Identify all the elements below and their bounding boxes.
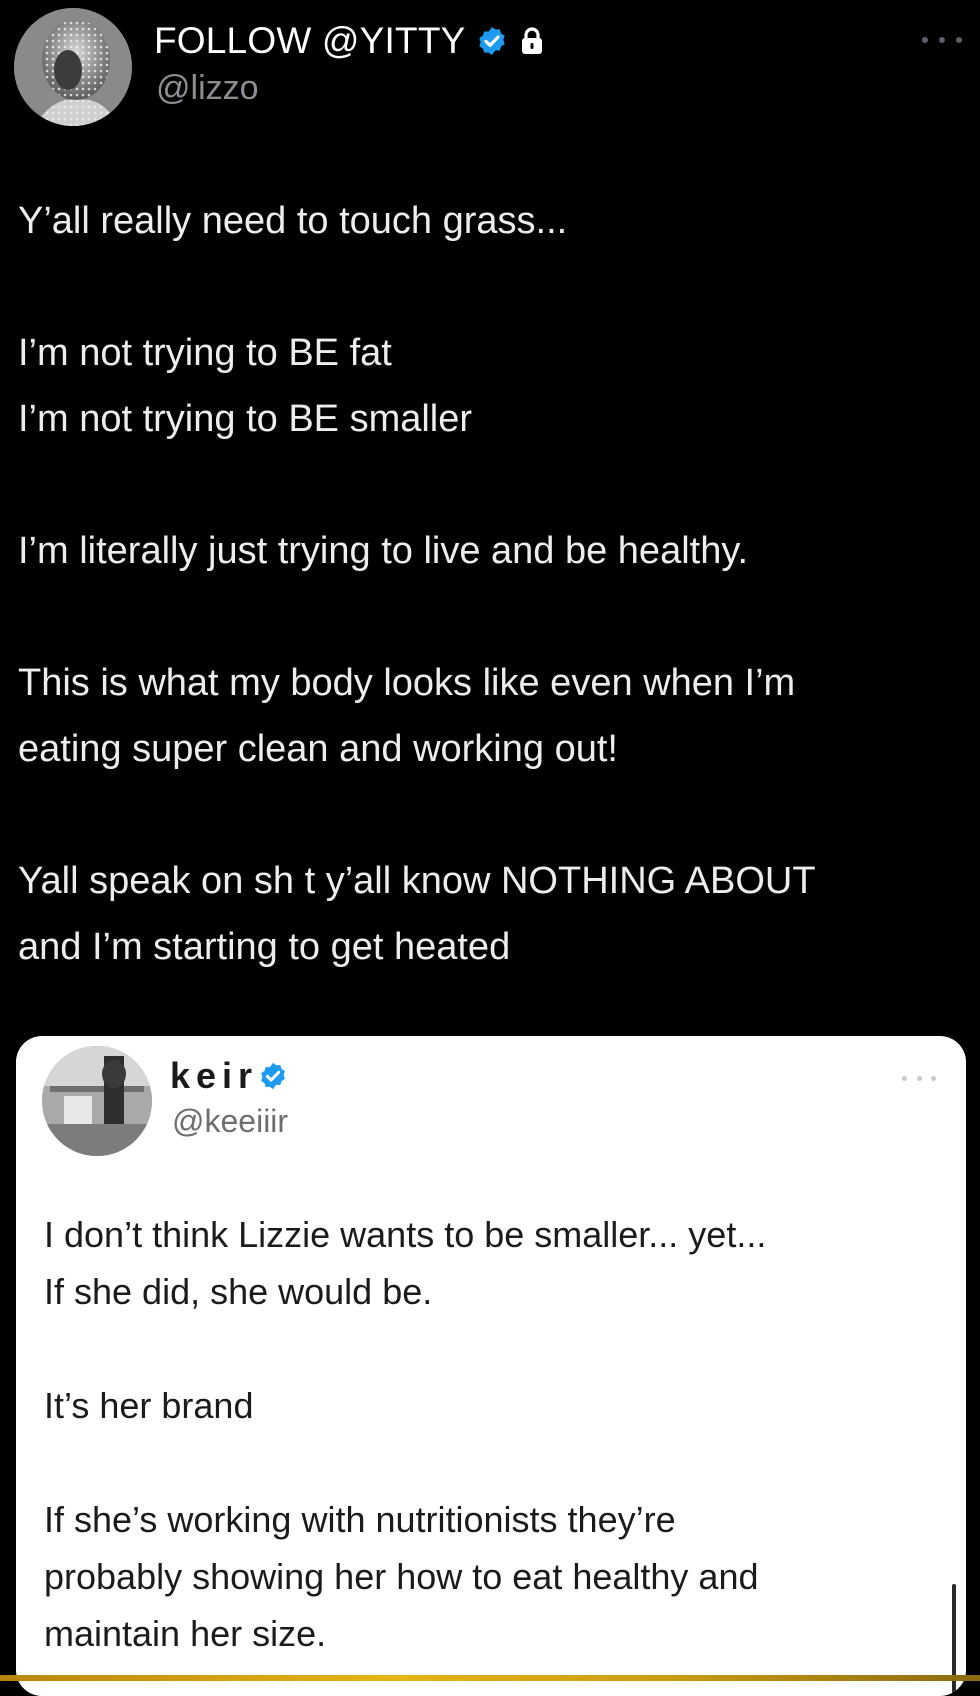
tweet-line: I’m not trying to BE smaller	[18, 398, 473, 440]
tweet: FOLLOW @YITTY @lizzo Y’all really need t…	[0, 0, 980, 1696]
tweet-line: This is what my body looks like even whe…	[18, 662, 796, 704]
quoted-tweet-line: It’s her brand	[44, 1385, 254, 1426]
quoted-tweet-line: If she did, she would be.	[44, 1271, 433, 1312]
tweet-line: and I’m starting to get heated	[18, 926, 511, 968]
author-handle[interactable]: @lizzo	[156, 66, 259, 110]
more-options-icon[interactable]	[922, 30, 962, 50]
author-display-name[interactable]: FOLLOW @YITTY	[154, 18, 466, 64]
quoted-tweet-line: probably showing her how to eat healthy …	[44, 1556, 759, 1597]
tweet-line: I’m not trying to BE fat	[18, 332, 392, 374]
quoted-tweet-line: maintain her size.	[44, 1613, 327, 1654]
more-options-icon[interactable]	[902, 1070, 936, 1086]
author-avatar[interactable]	[14, 8, 132, 126]
lock-icon	[518, 26, 546, 56]
tweet-line: I’m literally just trying to live and be…	[18, 530, 749, 572]
quoted-tweet-text: I don’t think Lizzie wants to be smaller…	[44, 1206, 924, 1662]
tweet-line: eating super clean and working out!	[18, 728, 618, 770]
verified-badge-icon	[258, 1061, 288, 1091]
tweet-line: Yall speak on sh t y’all know NOTHING AB…	[18, 860, 816, 902]
bottom-edge-strip	[0, 1675, 980, 1681]
author-name-row: FOLLOW @YITTY	[154, 18, 546, 64]
quoted-tweet-line: If she’s working with nutritionists they…	[44, 1499, 676, 1540]
quoted-author-handle[interactable]: @keeiiir	[172, 1100, 288, 1142]
tweet-text: Y’all really need to touch grass... I’m …	[18, 188, 958, 980]
quoted-author-display-name[interactable]: keir	[170, 1054, 258, 1098]
verified-badge-icon	[476, 25, 508, 57]
quoted-author-avatar[interactable]	[42, 1046, 152, 1156]
quoted-tweet-line: I don’t think Lizzie wants to be smaller…	[44, 1214, 767, 1255]
quoted-author-name-row: keir	[170, 1054, 288, 1098]
quoted-tweet-card[interactable]: keir @keeiiir I don’t think Lizzie wants…	[16, 1036, 966, 1696]
tweet-line: Y’all really need to touch grass...	[18, 200, 568, 242]
